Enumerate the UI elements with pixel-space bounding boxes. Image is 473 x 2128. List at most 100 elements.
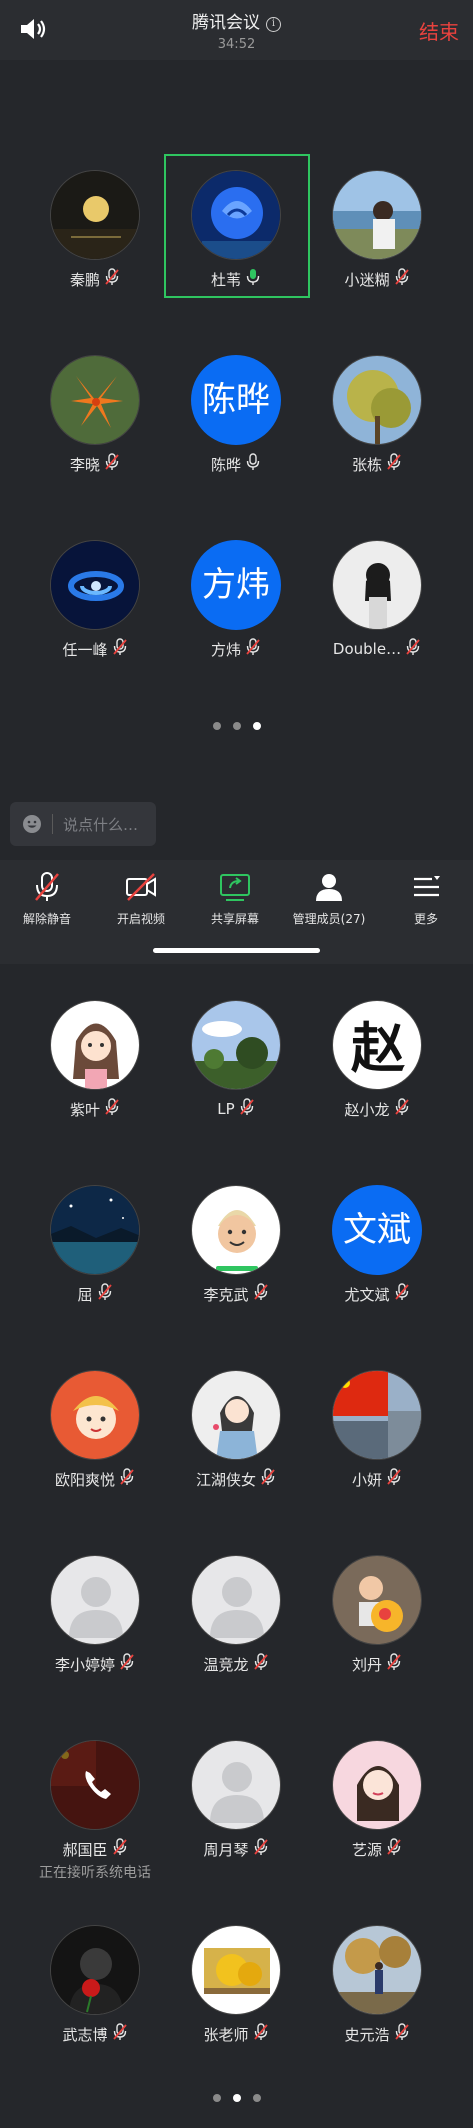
participant-name-row: 欧阳爽悦 — [20, 1468, 170, 1490]
mic-muted-icon — [394, 1098, 410, 1120]
active-speaker-highlight — [164, 154, 310, 298]
more-label: 更多 — [413, 912, 438, 926]
participant-tile[interactable]: 周月琴 — [161, 1740, 311, 1860]
participant-tile[interactable]: 赵赵小龙 — [302, 1000, 452, 1120]
mic-muted-icon — [394, 1283, 410, 1305]
mic-muted-icon — [112, 2023, 128, 2045]
participant-name-row: 任一峰 — [20, 638, 170, 660]
flag-photo-avatar — [332, 1370, 422, 1460]
participant-tile[interactable]: 方炜 方炜 — [161, 540, 311, 660]
child-toy-photo-avatar — [332, 1555, 422, 1645]
participant-tile[interactable]: 任一峰 — [20, 540, 170, 660]
participant-name: 刘丹 — [351, 1655, 382, 1674]
participant-name-row: 小妍 — [302, 1468, 452, 1490]
participant-name: 郝国臣 — [62, 1840, 108, 1859]
participant-tile[interactable]: LP — [161, 1000, 311, 1120]
memoji-man-avatar — [191, 1185, 281, 1275]
participant-name: 赵小龙 — [344, 1100, 390, 1119]
info-icon[interactable]: i — [266, 17, 281, 32]
end-meeting-button[interactable]: 结束 — [419, 16, 459, 45]
share-screen-icon — [188, 870, 282, 904]
participant-tile[interactable]: 李克武 — [161, 1185, 311, 1305]
chat-input[interactable]: 说点什么… — [10, 802, 156, 846]
participant-tile[interactable]: 文斌 尤文斌 — [302, 1185, 452, 1305]
starry-lake-photo-avatar — [50, 1185, 140, 1275]
participant-tile[interactable]: 刘丹 — [302, 1555, 452, 1675]
default-avatar-avatar — [191, 1555, 281, 1645]
participant-tile[interactable]: Double… — [302, 540, 452, 660]
participant-name: 小迷糊 — [344, 270, 390, 289]
participant-name: 史元浩 — [344, 2025, 390, 2044]
participant-tile[interactable]: 欧阳爽悦 — [20, 1370, 170, 1490]
participant-tile[interactable]: 屈 — [20, 1185, 170, 1305]
participant-name-row: 刘丹 — [302, 1653, 452, 1675]
unmute-button[interactable]: 解除静音 — [0, 870, 94, 927]
participant-tile[interactable]: 史元浩 — [302, 1925, 452, 2045]
participant-tile[interactable]: 张老师 — [161, 1925, 311, 2045]
participant-tile[interactable]: 张栋 — [302, 355, 452, 475]
mic-muted-icon — [104, 268, 120, 290]
participant-name-row: 史元浩 — [302, 2023, 452, 2045]
share-screen-label: 共享屏幕 — [210, 912, 259, 926]
mic-muted-icon — [253, 1283, 269, 1305]
home-indicator[interactable] — [153, 948, 320, 953]
participant-name-row: 秦鹏 — [20, 268, 170, 290]
participant-name: 尤文斌 — [344, 1285, 390, 1304]
meeting-timer: 34:52 — [217, 37, 256, 52]
participant-tile[interactable]: 李小婷婷 — [20, 1555, 170, 1675]
mic-muted-icon — [245, 638, 261, 660]
participant-tile[interactable]: 小妍 — [302, 1370, 452, 1490]
default-avatar-avatar — [50, 1555, 140, 1645]
participant-name: 秦鹏 — [69, 270, 100, 289]
girl-white-photo-avatar — [332, 540, 422, 630]
share-screen-button[interactable]: 共享屏幕 — [188, 870, 282, 927]
participant-name-row: 李晓 — [20, 453, 170, 475]
mic-muted-icon — [253, 1653, 269, 1675]
emoji-icon[interactable] — [22, 814, 42, 834]
default-avatar-avatar — [191, 1740, 281, 1830]
more-button[interactable]: 更多 — [379, 870, 473, 927]
page-dot[interactable] — [212, 2094, 221, 2102]
start-video-button[interactable]: 开启视频 — [94, 870, 188, 927]
participant-name-row: Double… — [302, 638, 452, 660]
mic-muted-icon — [405, 638, 421, 660]
mic-muted-icon — [253, 1838, 269, 1860]
participant-tile[interactable]: 江湖侠女 — [161, 1370, 311, 1490]
mic-muted-icon — [239, 1098, 255, 1120]
meeting-toolbar: 解除静音 开启视频 共享屏幕 管理成员(27) 更多 — [0, 860, 473, 964]
mic-muted-icon — [386, 453, 402, 475]
chat-placeholder: 说点什么… — [63, 815, 139, 834]
participant-tile[interactable]: 武志博 — [20, 1925, 170, 2045]
page-dot[interactable] — [212, 722, 221, 730]
participant-tile[interactable]: 秦鹏 — [20, 170, 170, 290]
manage-members-button[interactable]: 管理成员(27) — [282, 870, 376, 927]
mic-muted-icon — [119, 1468, 135, 1490]
page-dot[interactable] — [232, 722, 241, 730]
participant-tile[interactable]: 艺源 — [302, 1740, 452, 1860]
participant-name: LP — [217, 1100, 235, 1118]
participant-name-row: 紫叶 — [20, 1098, 170, 1120]
participant-tile[interactable]: 小迷糊 — [302, 170, 452, 290]
participant-name: 方炜 — [210, 640, 241, 659]
page-dot[interactable] — [232, 2094, 241, 2102]
participant-name-row: 李克武 — [161, 1283, 311, 1305]
page-indicator-1 — [0, 722, 473, 730]
start-video-label: 开启视频 — [116, 912, 165, 926]
participant-tile[interactable]: 陈晔 陈晔 — [161, 355, 311, 475]
participant-name: 张老师 — [203, 2025, 249, 2044]
participant-name-row: 艺源 — [302, 1838, 452, 1860]
avatar: 陈晔 — [191, 355, 281, 445]
participant-name: 小妍 — [351, 1470, 382, 1489]
page-dot[interactable] — [252, 722, 261, 730]
man-rose-photo-avatar — [50, 1925, 140, 2015]
sky-trees-photo-avatar — [191, 1000, 281, 1090]
seaside-girl-photo-avatar — [332, 170, 422, 260]
participant-tile[interactable]: 紫叶 — [20, 1000, 170, 1120]
meeting-title-block[interactable]: 腾讯会议 i 34:52 — [0, 8, 473, 52]
participant-tile[interactable]: 温竞龙 — [161, 1555, 311, 1675]
mic-muted-icon — [253, 2023, 269, 2045]
participant-tile[interactable]: 郝国臣 正在接听系统电话 — [20, 1740, 170, 1882]
meeting-title: 腾讯会议 — [192, 13, 260, 33]
participant-tile[interactable]: 李晓 — [20, 355, 170, 475]
page-dot[interactable] — [252, 2094, 261, 2102]
